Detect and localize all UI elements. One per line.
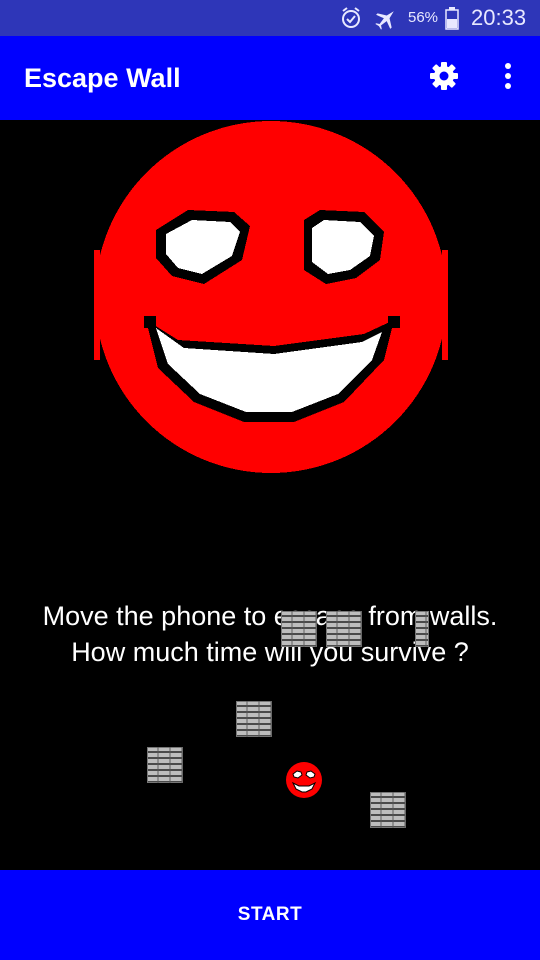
app-toolbar: Escape Wall <box>0 36 540 120</box>
airplane-mode-icon <box>374 0 398 36</box>
tagline-line-2: How much time will you survive ? <box>71 637 469 667</box>
clock: 20:33 <box>471 5 527 30</box>
tagline-line-1: Move the phone to escape from walls. <box>42 601 498 631</box>
status-bar: 56% 20:33 <box>0 0 540 36</box>
settings-gear-icon <box>428 60 460 97</box>
game-tagline: Move the phone to escape from walls. How… <box>0 598 540 670</box>
red-smiley-ball-icon <box>285 761 323 799</box>
brick-wall-block-icon <box>147 747 183 783</box>
battery-icon <box>445 0 459 36</box>
brick-wall-block-icon <box>281 611 317 647</box>
brick-wall-block-icon <box>236 701 272 737</box>
start-button[interactable]: START <box>0 870 540 960</box>
game-area: Move the phone to escape from walls. How… <box>0 120 540 870</box>
red-smiley-face-icon <box>94 120 448 474</box>
brick-wall-block-icon <box>326 611 362 647</box>
overflow-menu-button[interactable] <box>480 50 536 106</box>
brick-wall-block-icon <box>415 611 429 647</box>
brick-wall-block-icon <box>370 792 406 828</box>
alarm-icon <box>340 0 362 36</box>
overflow-menu-icon <box>504 62 512 95</box>
settings-button[interactable] <box>416 50 472 106</box>
app-title: Escape Wall <box>24 63 181 93</box>
battery-percent: 56% <box>408 9 439 26</box>
